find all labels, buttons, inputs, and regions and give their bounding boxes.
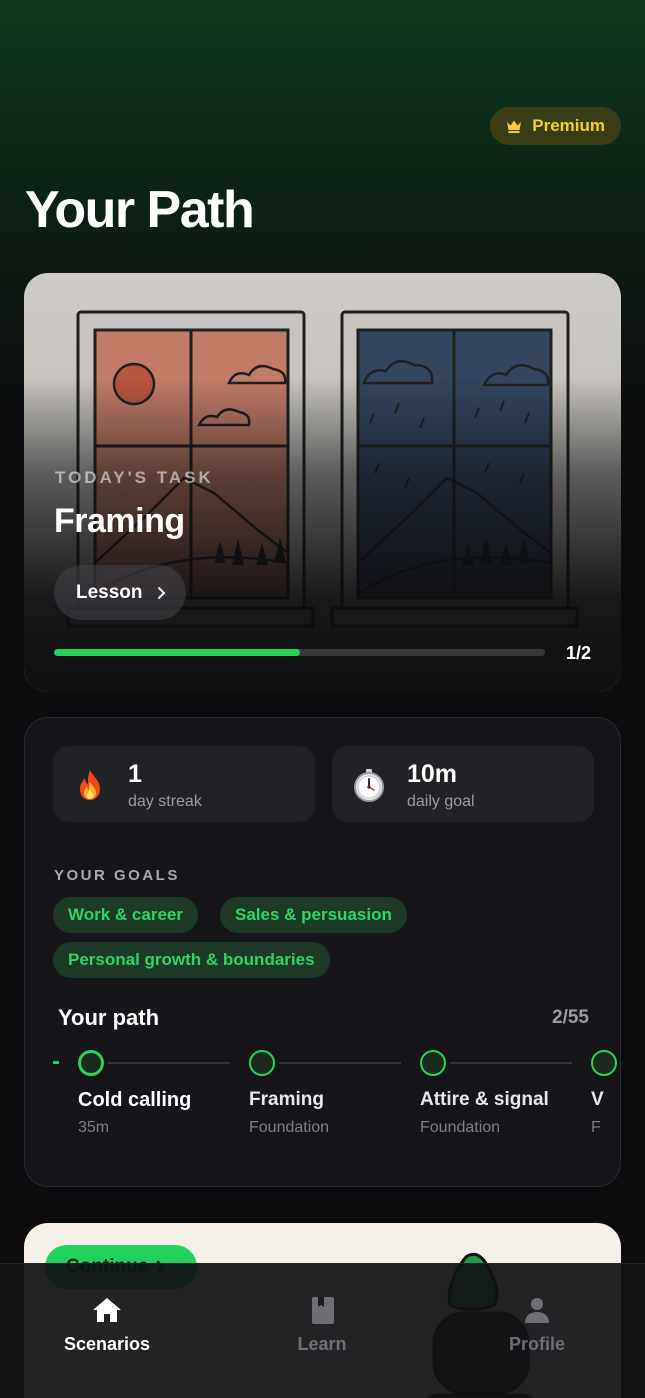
path-step-sub: Foundation [249, 1119, 330, 1136]
path-step-sub: 35m [78, 1119, 110, 1136]
path-step-name[interactable]: Framing [249, 1089, 324, 1111]
premium-badge[interactable]: Premium [490, 107, 621, 145]
tab-label: Profile [508, 1334, 565, 1354]
person-icon [525, 1298, 549, 1323]
path-count: 2/55 [552, 1007, 589, 1028]
daily-goal-label: daily goal [407, 793, 475, 810]
tab-learn[interactable]: Learn [242, 1294, 402, 1355]
crown-icon [507, 120, 522, 133]
path-timeline[interactable]: Cold calling 35m Framing Foundation Atti… [25, 1048, 621, 1158]
streak-label: day streak [128, 793, 202, 810]
daily-goal-value: 10m [407, 760, 458, 788]
path-step-name[interactable]: Cold calling [78, 1089, 191, 1112]
premium-label: Premium [532, 116, 605, 135]
path-node[interactable] [420, 1050, 446, 1076]
streak-value: 1 [128, 760, 142, 788]
your-path-screen: Premium Your Path TODAY'S TASK Framing L… [0, 0, 645, 1398]
streak-stat[interactable]: 1 day streak [53, 746, 315, 822]
path-step-name[interactable]: Attire & signal [420, 1089, 549, 1111]
path-node[interactable] [591, 1050, 617, 1076]
lesson-label: Lesson [76, 581, 143, 603]
home-icon [93, 1298, 121, 1322]
tab-label: Scenarios [63, 1334, 151, 1354]
chevron-right-icon [157, 586, 165, 599]
path-title: Your path [58, 1005, 160, 1030]
daily-goal-stat[interactable]: 10m daily goal [332, 746, 594, 822]
task-progress-fill [54, 649, 300, 656]
stopwatch-icon [354, 769, 384, 802]
path-node-current[interactable] [78, 1050, 104, 1076]
book-icon [312, 1297, 334, 1324]
path-step-name[interactable]: V [591, 1089, 604, 1111]
goal-chip[interactable]: Personal growth & boundaries [53, 942, 330, 978]
task-eyebrow: TODAY'S TASK [55, 468, 214, 487]
page-title: Your Path [25, 181, 255, 239]
goal-chip[interactable]: Work & career [53, 897, 198, 933]
task-progress-text: 1/2 [565, 643, 591, 663]
task-title: Framing [54, 502, 185, 540]
task-progress-bar [54, 649, 545, 656]
bottom-tab-bar: Scenarios Learn Profile [0, 1263, 645, 1398]
tab-label: Learn [297, 1334, 347, 1354]
lesson-button[interactable]: Lesson [54, 565, 186, 620]
stats-card: 1 day streak 10m daily goal YOUR GOALS W… [24, 717, 621, 1187]
goal-chip[interactable]: Sales & persuasion [220, 897, 407, 933]
path-step-sub: Foundation [420, 1119, 501, 1136]
tab-scenarios[interactable]: Scenarios [27, 1294, 187, 1355]
path-step-sub: F [591, 1119, 601, 1136]
fire-icon [80, 770, 100, 800]
today-task-card[interactable]: TODAY'S TASK Framing Lesson 1/2 [24, 273, 621, 692]
tab-profile[interactable]: Profile [457, 1294, 617, 1355]
path-node[interactable] [249, 1050, 275, 1076]
goals-heading: YOUR GOALS [54, 867, 180, 884]
